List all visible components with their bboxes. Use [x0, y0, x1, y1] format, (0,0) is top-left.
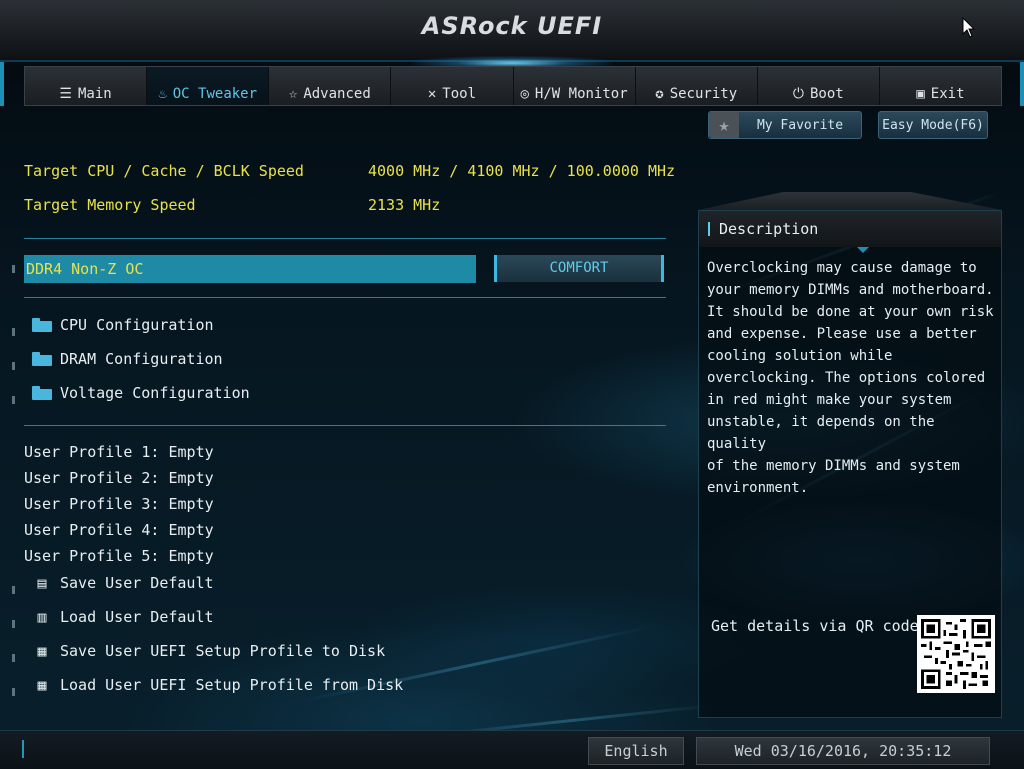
divider: [24, 238, 666, 239]
tools-icon: ✕: [427, 86, 437, 102]
load-user-default-label: Load User Default: [60, 608, 214, 626]
row-marker: [12, 362, 15, 370]
flame-icon: ♨: [158, 86, 167, 102]
user-profile-4: User Profile 4: Empty: [24, 521, 214, 539]
target-cpu-value: 4000 MHz / 4100 MHz / 100.0000 MHz: [368, 162, 676, 180]
power-icon: ⏻: [792, 86, 804, 102]
voltage-configuration-item[interactable]: Voltage Configuration: [32, 384, 250, 402]
save-user-default-label: Save User Default: [60, 574, 214, 592]
tab-boot[interactable]: ⏻ Boot: [758, 67, 880, 105]
row-marker: [12, 654, 15, 662]
load-profile-from-disk-label: Load User UEFI Setup Profile from Disk: [60, 676, 404, 694]
qr-code-icon: [921, 619, 991, 689]
gauge-icon: ◎: [520, 86, 529, 102]
target-memory-value: 2133 MHz: [368, 196, 441, 214]
top-header: ASRock UEFI: [0, 0, 1024, 62]
tab-advanced[interactable]: ☆ Advanced: [269, 67, 392, 105]
tab-label: Boot: [809, 86, 844, 102]
cpu-configuration-item[interactable]: CPU Configuration: [32, 316, 214, 334]
shield-icon: ✪: [655, 86, 664, 102]
tab-label: Security: [669, 86, 738, 102]
my-favorite-button[interactable]: ★ My Favorite: [708, 111, 862, 139]
disk-load-icon: ▦: [37, 676, 47, 694]
ddr4-non-z-oc-row[interactable]: DDR4 Non-Z OC: [24, 255, 476, 283]
notch-indicator-icon: [857, 247, 869, 253]
cpu-configuration-label: CPU Configuration: [60, 316, 214, 334]
tab-h-w-monitor[interactable]: ◎ H/W Monitor: [514, 67, 636, 105]
row-marker: [12, 688, 15, 696]
description-header: Description: [699, 211, 1001, 247]
row-marker: [12, 586, 15, 594]
right-edge-accent: [1020, 62, 1024, 106]
load-profile-from-disk-item[interactable]: ▦ Load User UEFI Setup Profile from Disk: [32, 676, 403, 694]
folder-icon: [32, 318, 52, 332]
star-icon: ★: [709, 112, 739, 138]
header-bar-icon: [708, 222, 710, 236]
description-title: Description: [719, 220, 819, 238]
tab-main[interactable]: ☰ Main: [25, 67, 148, 105]
user-profile-1: User Profile 1: Empty: [24, 443, 214, 461]
folder-icon: [32, 386, 52, 400]
row-marker: [12, 620, 15, 628]
tab-label: Advanced: [303, 86, 371, 102]
target-memory-label: Target Memory Speed: [24, 196, 196, 214]
asrock-uefi-logo: ASRock UEFI: [421, 12, 603, 40]
save-profile-to-disk-label: Save User UEFI Setup Profile to Disk: [60, 642, 386, 660]
tab-label: Exit: [930, 86, 965, 102]
tab-label: OC Tweaker: [172, 86, 258, 102]
divider: [24, 297, 666, 298]
list-icon: ☰: [59, 86, 72, 102]
voltage-configuration-label: Voltage Configuration: [60, 384, 250, 402]
tab-security[interactable]: ✪ Security: [636, 67, 758, 105]
dram-configuration-item[interactable]: DRAM Configuration: [32, 350, 223, 368]
my-favorite-label: My Favorite: [756, 117, 844, 133]
user-profile-5: User Profile 5: Empty: [24, 547, 214, 565]
easy-mode-button[interactable]: Easy Mode(F6): [878, 111, 988, 139]
book-icon: ▥: [37, 608, 47, 626]
row-marker: [12, 328, 15, 336]
disk-save-icon: ▦: [37, 642, 47, 660]
footer-accent: [22, 740, 24, 758]
language-button[interactable]: English: [588, 737, 684, 765]
save-profile-to-disk-item[interactable]: ▦ Save User UEFI Setup Profile to Disk: [32, 642, 385, 660]
save-user-default-item[interactable]: ▤ Save User Default: [32, 574, 214, 592]
user-profile-3: User Profile 3: Empty: [24, 495, 214, 513]
tab-exit[interactable]: ▣ Exit: [880, 67, 1001, 105]
exit-door-icon: ▣: [916, 86, 925, 102]
tab-label: Main: [77, 86, 112, 102]
divider: [24, 425, 666, 426]
tab-label: Tool: [442, 86, 477, 102]
load-user-default-item[interactable]: ▥ Load User Default: [32, 608, 214, 626]
folder-icon: [32, 352, 52, 366]
left-edge-accent: [0, 62, 4, 106]
floppy-disk-icon: ▤: [37, 574, 47, 592]
description-panel: Description Overclocking may cause damag…: [698, 210, 1002, 718]
dram-configuration-label: DRAM Configuration: [60, 350, 223, 368]
tab-oc-tweaker[interactable]: ♨ OC Tweaker: [147, 67, 270, 105]
qr-code-label: Get details via QR code: [711, 617, 919, 635]
target-cpu-label: Target CPU / Cache / BCLK Speed: [24, 162, 304, 180]
mouse-cursor-icon: [962, 17, 976, 38]
datetime-display: Wed 03/16/2016, 20:35:12: [696, 737, 990, 765]
row-marker: [12, 396, 15, 404]
description-text: Overclocking may cause damage to your me…: [707, 260, 994, 496]
tab-tool[interactable]: ✕ Tool: [391, 67, 514, 105]
main-tab-bar: ☰ Main ♨ OC Tweaker ☆ Advanced ✕ Tool ◎ H/W Monit…: [24, 66, 1002, 106]
qr-code: [917, 615, 995, 693]
star-outline-icon: ☆: [288, 86, 298, 102]
tab-label: H/W Monitor: [534, 86, 628, 102]
ddr4-non-z-oc-value-button[interactable]: COMFORT: [494, 255, 664, 282]
user-profile-2: User Profile 2: Empty: [24, 469, 214, 487]
row-marker: [12, 265, 15, 273]
